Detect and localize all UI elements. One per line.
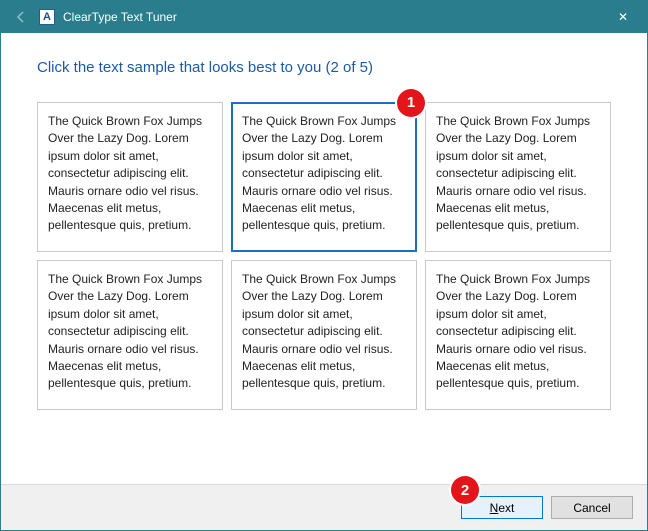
back-icon (11, 7, 31, 27)
sample-grid: The Quick Brown Fox Jumps Over the Lazy … (37, 102, 611, 410)
text-sample-3[interactable]: The Quick Brown Fox Jumps Over the Lazy … (425, 102, 611, 252)
text-sample-4[interactable]: The Quick Brown Fox Jumps Over the Lazy … (37, 260, 223, 410)
titlebar: A ClearType Text Tuner ✕ (1, 1, 647, 33)
annotation-badge-2: 2 (451, 476, 479, 504)
window-title: ClearType Text Tuner (63, 10, 177, 24)
text-sample-6[interactable]: The Quick Brown Fox Jumps Over the Lazy … (425, 260, 611, 410)
content-area: Click the text sample that looks best to… (1, 33, 647, 484)
cancel-button[interactable]: Cancel (551, 496, 633, 519)
text-sample-1[interactable]: The Quick Brown Fox Jumps Over the Lazy … (37, 102, 223, 252)
cleartype-tuner-window: A ClearType Text Tuner ✕ Click the text … (0, 0, 648, 531)
sample-text: The Quick Brown Fox Jumps Over the Lazy … (242, 114, 396, 232)
footer: 2 Next Cancel (1, 484, 647, 530)
next-hotkey: N (490, 501, 499, 515)
annotation-badge-1: 1 (397, 89, 425, 117)
close-icon: ✕ (618, 10, 628, 24)
app-icon: A (39, 9, 55, 25)
page-heading: Click the text sample that looks best to… (37, 59, 611, 76)
text-sample-2[interactable]: The Quick Brown Fox Jumps Over the Lazy … (231, 102, 417, 252)
text-sample-5[interactable]: The Quick Brown Fox Jumps Over the Lazy … (231, 260, 417, 410)
close-button[interactable]: ✕ (603, 3, 643, 31)
next-label-rest: ext (498, 501, 514, 515)
